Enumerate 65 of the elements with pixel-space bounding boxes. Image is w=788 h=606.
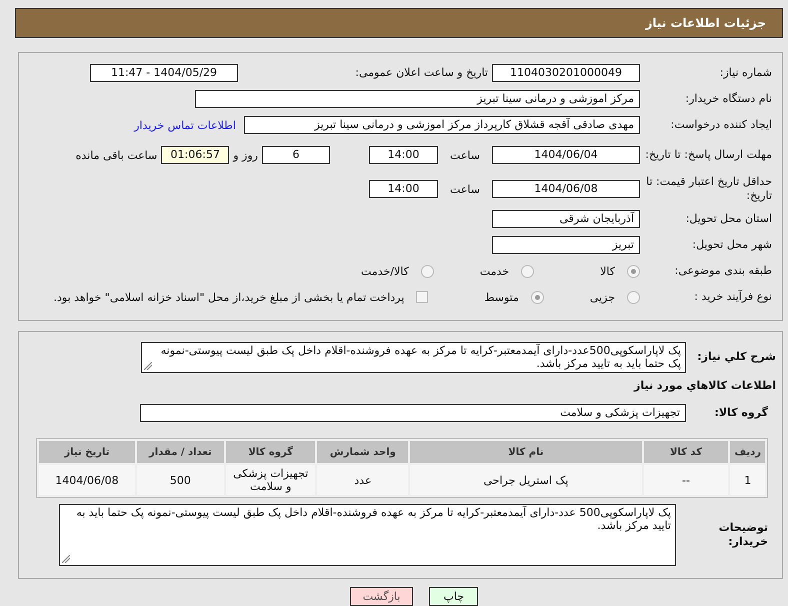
option-label: کالا [600, 264, 615, 278]
column-header: گروه کالا [226, 441, 316, 463]
radio-button[interactable] [420, 264, 434, 278]
field-label: استان محل تحویل: [684, 212, 772, 226]
print-button[interactable]: چاپ [429, 587, 478, 606]
resize-grip-icon [62, 555, 70, 563]
remaining-label: ساعت باقی مانده [76, 148, 158, 162]
field-label: تاریخ و ساعت اعلان عمومی: [354, 66, 489, 80]
table-cell: -- [644, 465, 728, 495]
column-header: نام کالا [410, 441, 642, 463]
column-header: ردیف [730, 441, 765, 463]
field-label: شهر محل تحویل: [691, 238, 772, 252]
option-label: جزیی [590, 290, 615, 304]
section-title: اطلاعات كالاهاي مورد نياز [634, 378, 776, 392]
column-header: تاریخ نیاز [39, 441, 135, 463]
buyer-org-field: مرکز اموزشی و درمانی سینا تبریز [195, 90, 640, 108]
remaining-time-field: 01:06:57 [161, 146, 230, 164]
field-label: ایجاد کننده درخواست: [670, 118, 772, 132]
buyer-notes-field: پک لاپاراسکوپی500 عدد-دارای آیمدمعتبر-کرایه تا مرکز به عهده فروشنده-اقلام داخل پک طبق لیست پیوستی-نمونه پک حتما باید به تایید مرکز باشد. [59, 504, 676, 566]
table-cell: 500 [136, 465, 224, 495]
radio-button[interactable] [627, 264, 640, 278]
table-cell: پک استریل جراحی [410, 465, 642, 495]
need-number-field: 1104030201000049 [492, 64, 640, 82]
time-label: ساعت [449, 148, 481, 162]
buyer-contact-link[interactable]: اطلاعات تماس خریدار [134, 118, 236, 132]
column-header: کد کالا [644, 441, 728, 463]
checkbox[interactable] [416, 291, 428, 303]
table-cell: 1404/06/08 [39, 465, 135, 495]
days-label: روز و [233, 148, 258, 162]
description-field: پک لاپاراسکوپی500عدد-دارای آیمدمعتبر-کرایه تا مرکز به عهده فروشنده-اقلام داخل پک طبق لیست پیوستی-نمونه پک حتما باید به تایید مرکز باشد. [141, 342, 686, 372]
province-field: آذربایجان شرقی [492, 210, 640, 228]
time-field: 14:00 [369, 180, 438, 198]
page-title: جزئیات اطلاعات نیاز [645, 16, 766, 30]
option-label: متوسط [484, 290, 519, 304]
radio-button[interactable] [530, 290, 544, 304]
field-label: توضیحات خریدار: [718, 521, 768, 549]
city-field: تبریز [492, 236, 640, 254]
radio-button[interactable] [521, 264, 534, 278]
date-field: 1404/06/04 [492, 146, 640, 164]
field-label: گروه کالا: [713, 406, 768, 420]
goods-group-field: تجهیزات پزشکی و سلامت [140, 404, 686, 422]
resize-grip-icon [144, 362, 152, 370]
field-label: نوع فرآیند خرید : [693, 290, 772, 304]
radio-button[interactable] [627, 290, 640, 304]
option-label: کالا/خدمت [361, 264, 409, 278]
requester-field: مهدی صادقی آقجه قشلاق کارپرداز مرکز اموزشی و درمانی سینا تبریز [244, 116, 640, 134]
field-label: شرح کلي نياز: [696, 350, 776, 364]
table-cell: تجهیزات پزشکی و سلامت [226, 465, 316, 495]
table-cell: عدد [317, 465, 408, 495]
time-label: ساعت [449, 182, 481, 196]
column-header: واحد شمارش [317, 441, 408, 463]
field-label: مهلت ارسال پاسخ: تا تاریخ: [644, 148, 772, 162]
back-button[interactable]: بازگشت [350, 587, 414, 606]
field-label: نام دستگاه خریدار: [684, 92, 772, 106]
time-field: 14:00 [369, 146, 438, 164]
payment-note: پرداخت تمام یا بخشی از مبلغ خرید،از محل "اسناد خزانه اسلامی" خواهد بود. [54, 290, 404, 304]
days-field: 6 [262, 146, 330, 164]
table-cell: 1 [730, 465, 765, 495]
field-label: شماره نیاز: [718, 66, 772, 80]
field-label: طبقه بندی موضوعی: [674, 264, 772, 278]
column-header: تعداد / مقدار [136, 441, 224, 463]
announce-date-field: 1404/05/29 - 11:47 [90, 64, 238, 82]
field-label: حداقل تاریخ اعتبار قیمت: تا تاریخ: [645, 175, 772, 203]
option-label: خدمت [480, 264, 510, 278]
date-field: 1404/06/08 [492, 180, 640, 198]
